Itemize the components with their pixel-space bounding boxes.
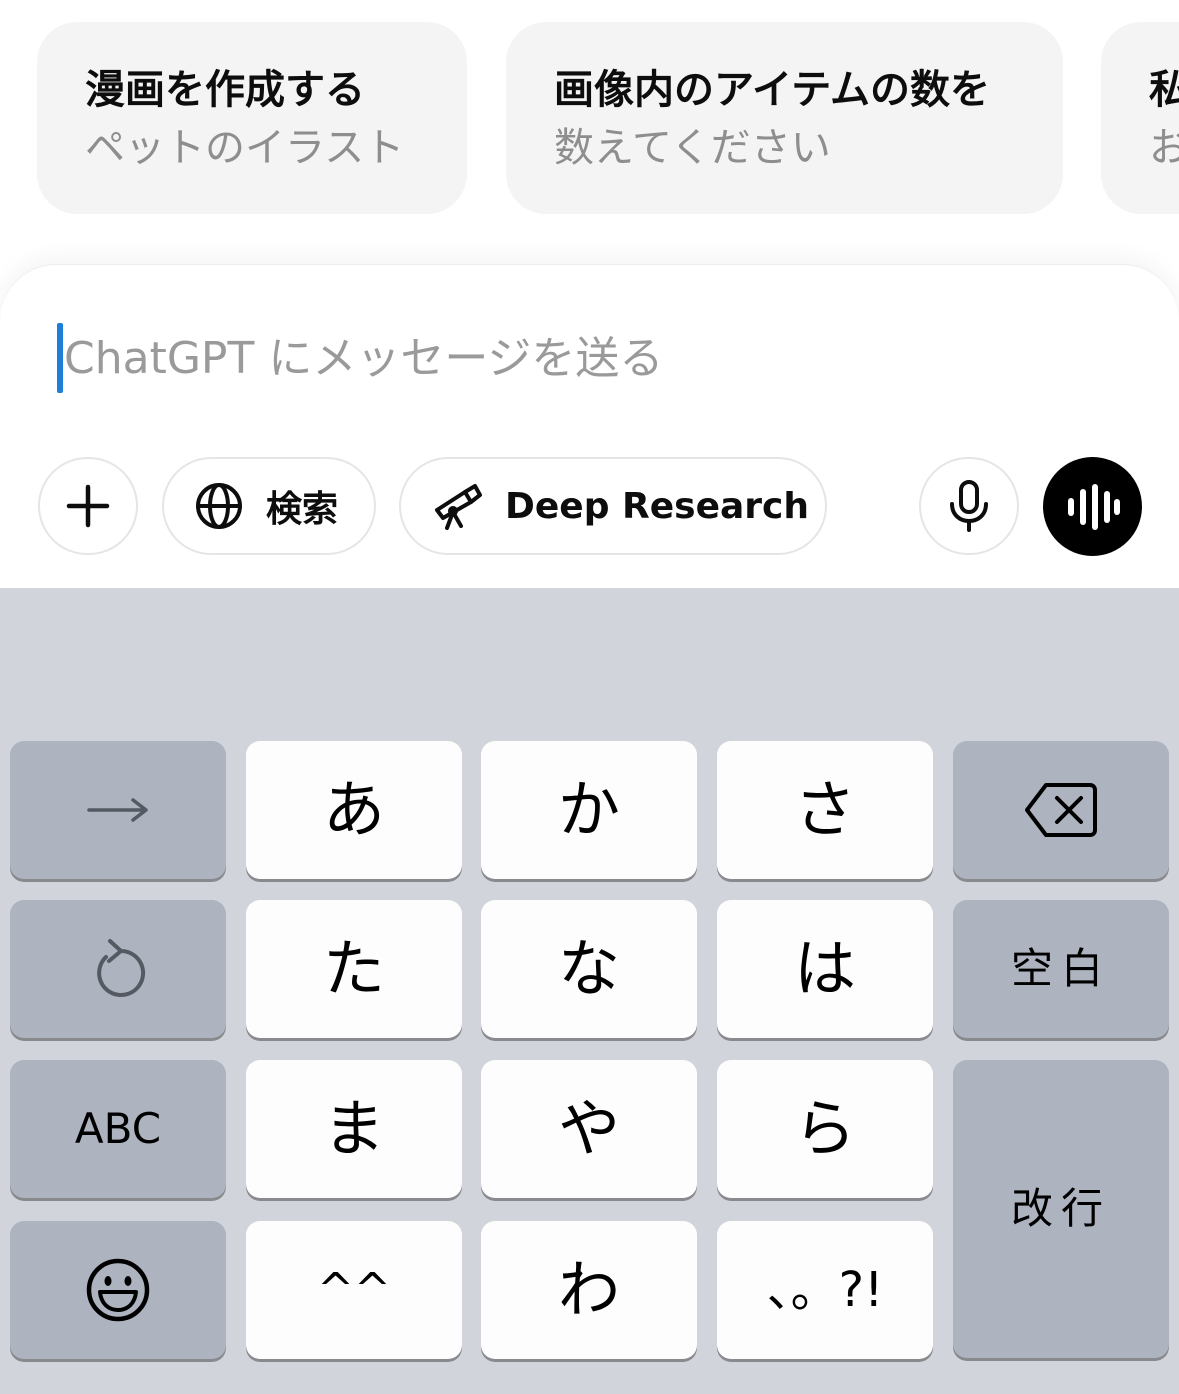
kana-key-label: あ [322, 773, 385, 846]
suggestion-subtitle: 数えてください [554, 125, 831, 171]
smiley-icon [86, 1258, 150, 1322]
space-key[interactable]: 空白 [953, 900, 1169, 1038]
kana-key[interactable]: さ [717, 741, 933, 879]
abc-mode-key[interactable]: ABC [10, 1060, 226, 1198]
kana-key-label: ら [793, 1092, 856, 1165]
suggestion-title: 私 [1149, 67, 1179, 113]
kana-key-label: わ [557, 1253, 620, 1326]
plus-icon [66, 484, 110, 528]
kana-key-label: か [557, 773, 620, 846]
undo-icon [97, 939, 146, 997]
add-attachment-button[interactable] [38, 457, 138, 555]
kana-key-kaomoji[interactable]: ^^ [246, 1221, 462, 1359]
kana-key[interactable]: や [481, 1060, 697, 1198]
kana-key[interactable]: た [246, 900, 462, 1038]
telescope-icon [435, 484, 482, 530]
voice-waveform-icon [1067, 483, 1120, 530]
punctuation-key[interactable]: 、。?! [717, 1221, 933, 1359]
suggestion-card-partial[interactable]: 私 お [1101, 22, 1179, 214]
return-key[interactable]: 改行 [953, 1060, 1169, 1358]
kana-key[interactable]: な [481, 900, 697, 1038]
suggestion-card-count-items[interactable]: 画像内のアイテムの数を 数えてください [506, 22, 1063, 214]
backspace-icon [1025, 783, 1097, 837]
return-key-label: 改行 [1010, 1184, 1111, 1233]
kana-key-label: た [322, 932, 385, 1005]
delete-key[interactable] [953, 741, 1169, 879]
kana-key-label: や [557, 1092, 620, 1165]
dictation-button[interactable] [919, 457, 1019, 555]
kana-key[interactable]: あ [246, 741, 462, 879]
undo-key[interactable] [10, 900, 226, 1038]
suggestion-subtitle: ペットのイラスト [85, 125, 405, 171]
kana-key-label: ^^ [317, 1264, 391, 1315]
search-button-label: 検索 [266, 489, 339, 530]
kana-key[interactable]: か [481, 741, 697, 879]
japanese-kana-keyboard: あ か さ た な は 空白 ABC ま や ら 改行 ^^ わ 、。?! [0, 588, 1179, 1394]
suggestion-subtitle: お [1149, 125, 1179, 171]
kana-key-label: は [793, 932, 856, 1005]
kana-key-label: さ [793, 773, 856, 846]
kana-key-label: な [557, 932, 620, 1005]
emoji-key[interactable] [10, 1221, 226, 1359]
deep-research-button-label: Deep Research [505, 485, 810, 527]
text-caret [57, 323, 63, 393]
abc-key-label: ABC [74, 1104, 162, 1153]
next-candidate-key[interactable] [10, 741, 226, 879]
microphone-icon [950, 480, 988, 532]
kana-key[interactable]: わ [481, 1221, 697, 1359]
globe-icon [196, 483, 242, 529]
arrow-right-icon [87, 798, 148, 822]
space-key-label: 空白 [1010, 944, 1111, 993]
suggestion-title: 漫画を作成する [85, 67, 365, 113]
kana-key[interactable]: ら [717, 1060, 933, 1198]
kana-key[interactable]: ま [246, 1060, 462, 1198]
kana-key-label: ま [322, 1092, 385, 1165]
suggestion-card-comic[interactable]: 漫画を作成する ペットのイラスト [37, 22, 467, 214]
punctuation-key-label: 、。?! [766, 1262, 884, 1318]
kana-key[interactable]: は [717, 900, 933, 1038]
search-button[interactable]: 検索 [162, 457, 376, 555]
deep-research-button[interactable]: Deep Research [399, 457, 827, 555]
voice-mode-button[interactable] [1043, 457, 1142, 556]
message-input[interactable] [64, 322, 1124, 394]
suggestion-title: 画像内のアイテムの数を [554, 67, 990, 113]
